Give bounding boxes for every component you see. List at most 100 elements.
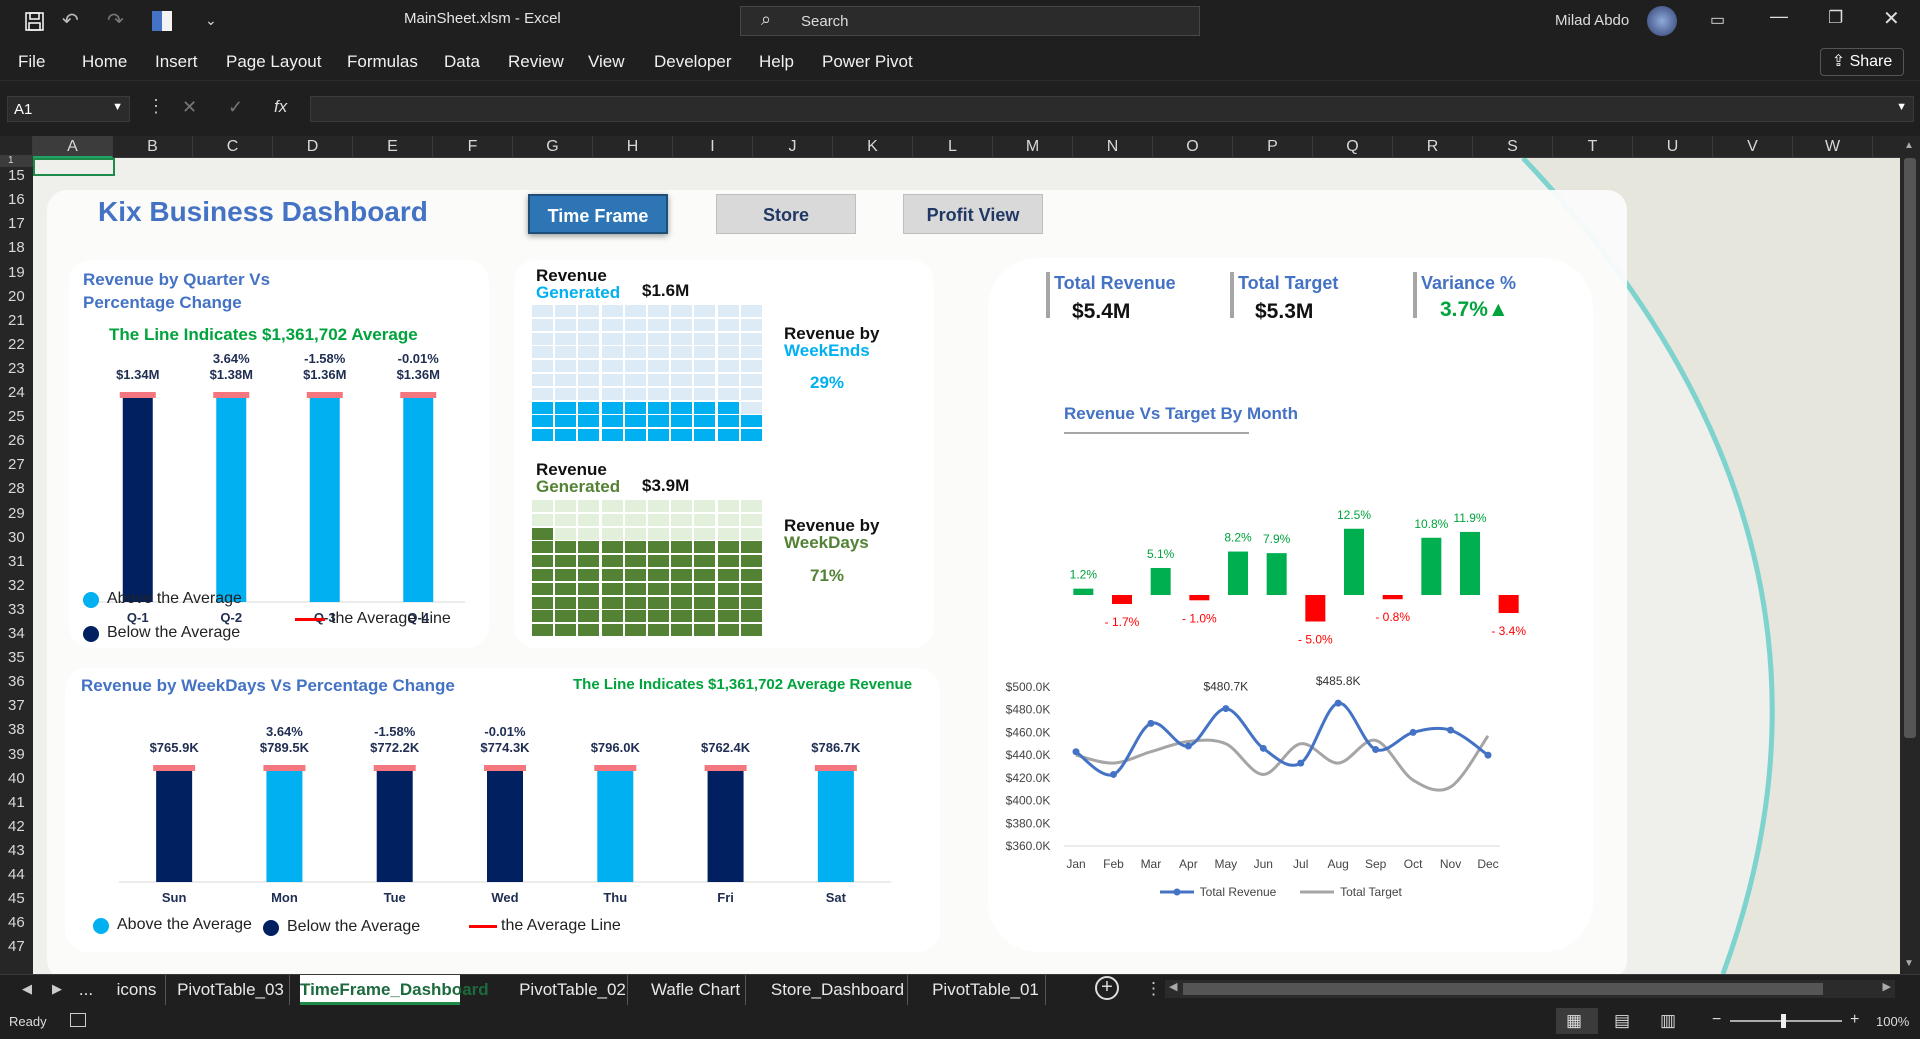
column-header-u[interactable]: U <box>1633 136 1713 158</box>
accessibility-icon[interactable] <box>70 1013 86 1027</box>
hscroll-thumb[interactable] <box>1183 983 1823 995</box>
menu-item-page-layout[interactable]: Page Layout <box>226 52 321 72</box>
row-header[interactable]: 43 <box>0 839 33 863</box>
column-header-p[interactable]: P <box>1233 136 1313 158</box>
sheet-tab-pivottable-01[interactable]: PivotTable_01 <box>926 975 1046 1005</box>
column-header-j[interactable]: J <box>753 136 833 158</box>
row-header[interactable]: 27 <box>0 453 33 477</box>
row-header[interactable]: 24 <box>0 381 33 405</box>
formula-input[interactable]: ▼ <box>310 96 1914 122</box>
column-header-s[interactable]: S <box>1473 136 1553 158</box>
close-icon[interactable]: ✕ <box>1883 6 1900 31</box>
cancel-icon[interactable]: ✕ <box>182 97 197 118</box>
menu-item-power-pivot[interactable]: Power Pivot <box>822 52 913 72</box>
row-header[interactable]: 15 <box>0 164 33 188</box>
user-name[interactable]: Milad Abdo <box>1555 12 1629 29</box>
avatar[interactable] <box>1647 6 1677 36</box>
column-header-c[interactable]: C <box>193 136 273 158</box>
save-icon[interactable] <box>25 12 45 32</box>
menu-item-formulas[interactable]: Formulas <box>347 52 418 72</box>
menu-item-home[interactable]: Home <box>82 52 127 72</box>
column-header-k[interactable]: K <box>833 136 913 158</box>
row-header[interactable]: 17 <box>0 212 33 236</box>
menu-item-insert[interactable]: Insert <box>155 52 198 72</box>
sheet-tab-icons[interactable]: icons <box>108 975 166 1005</box>
row-header[interactable]: 35 <box>0 646 33 670</box>
insert-function-icon[interactable]: fx <box>274 97 287 117</box>
horizontal-scrollbar[interactable]: ◀ ▶ <box>1165 980 1895 998</box>
row-header[interactable]: 30 <box>0 526 33 550</box>
sheet-tab-wafle chart[interactable]: Wafle Chart <box>646 975 746 1005</box>
column-header-o[interactable]: O <box>1153 136 1233 158</box>
row-header[interactable]: 46 <box>0 911 33 935</box>
worksheet-canvas[interactable]: Kix Business Dashboard Time Frame Store … <box>33 158 1900 974</box>
column-header-w[interactable]: W <box>1793 136 1873 158</box>
row-header[interactable]: 45 <box>0 887 33 911</box>
more-sheets-tab[interactable]: ... <box>76 975 96 1005</box>
menu-item-developer[interactable]: Developer <box>654 52 732 72</box>
zoom-in-icon[interactable]: + <box>1850 1011 1859 1029</box>
zoom-slider[interactable] <box>1730 1020 1842 1022</box>
column-header-r[interactable]: R <box>1393 136 1473 158</box>
row-header[interactable]: 29 <box>0 502 33 526</box>
row-header[interactable]: 47 <box>0 935 33 959</box>
column-header-q[interactable]: Q <box>1313 136 1393 158</box>
zoom-level[interactable]: 100% <box>1876 1014 1909 1029</box>
scroll-down-icon[interactable]: ▼ <box>1904 958 1914 969</box>
row-header[interactable]: 44 <box>0 863 33 887</box>
sheet-tab-timeframe-dashboard[interactable]: TimeFrame_Dashboard <box>300 975 489 1005</box>
menu-item-review[interactable]: Review <box>508 52 564 72</box>
row-header[interactable]: 37 <box>0 694 33 718</box>
profit-view-button[interactable]: Profit View <box>903 194 1043 234</box>
hscroll-right-icon[interactable]: ▶ <box>1883 980 1891 993</box>
shapes-icon[interactable] <box>152 11 172 31</box>
hscroll-left-icon[interactable]: ◀ <box>1169 980 1177 993</box>
scroll-up-icon[interactable]: ▲ <box>1904 140 1914 151</box>
column-header-d[interactable]: D <box>273 136 353 158</box>
search-box[interactable]: ⌕ Search <box>740 6 1200 36</box>
column-header-m[interactable]: M <box>993 136 1073 158</box>
row-header[interactable]: 42 <box>0 815 33 839</box>
redo-icon[interactable]: ↷ <box>107 8 124 33</box>
column-header-n[interactable]: N <box>1073 136 1153 158</box>
column-header-e[interactable]: E <box>353 136 433 158</box>
enter-icon[interactable]: ✓ <box>228 97 243 118</box>
row-header[interactable]: 38 <box>0 718 33 742</box>
column-header-f[interactable]: F <box>433 136 513 158</box>
time-frame-button[interactable]: Time Frame <box>528 194 668 234</box>
row-header[interactable]: 18 <box>0 236 33 260</box>
store-button[interactable]: Store <box>716 194 856 234</box>
scroll-thumb[interactable] <box>1904 158 1916 738</box>
tab-scroll-right-icon[interactable]: ▶ <box>52 981 62 997</box>
ribbon-display-icon[interactable]: ▭ <box>1710 10 1725 30</box>
row-header[interactable]: 32 <box>0 574 33 598</box>
row-header[interactable]: 26 <box>0 429 33 453</box>
zoom-thumb[interactable] <box>1781 1014 1786 1028</box>
row-header[interactable]: 22 <box>0 333 33 357</box>
sheet-tab-pivottable-03[interactable]: PivotTable_03 <box>172 975 290 1005</box>
row-header[interactable]: 40 <box>0 767 33 791</box>
page-break-icon[interactable]: ▥ <box>1660 1011 1676 1031</box>
column-header-l[interactable]: L <box>913 136 993 158</box>
sheet-tab-pivottable-02[interactable]: PivotTable_02 <box>518 975 628 1005</box>
customize-toolbar-icon[interactable]: ⌄ <box>205 12 217 29</box>
minimize-icon[interactable]: — <box>1770 6 1788 27</box>
more-options-icon[interactable]: ⋮ <box>147 96 165 117</box>
column-header-i[interactable]: I <box>673 136 753 158</box>
row-header[interactable]: 28 <box>0 477 33 501</box>
expand-formula-icon[interactable]: ▼ <box>1896 101 1907 113</box>
row-header[interactable]: 31 <box>0 550 33 574</box>
menu-item-help[interactable]: Help <box>759 52 794 72</box>
column-header-v[interactable]: V <box>1713 136 1793 158</box>
menu-item-data[interactable]: Data <box>444 52 480 72</box>
row-header[interactable]: 25 <box>0 405 33 429</box>
row-header[interactable]: 36 <box>0 670 33 694</box>
share-button[interactable]: ⇪ Share <box>1820 48 1904 76</box>
undo-icon[interactable]: ↶ <box>62 8 79 33</box>
menu-item-file[interactable]: File <box>18 52 45 72</box>
row-header[interactable]: 19 <box>0 261 33 285</box>
menu-item-view[interactable]: View <box>588 52 625 72</box>
tab-options-icon[interactable]: ⋮ <box>1145 979 1162 999</box>
column-header-b[interactable]: B <box>113 136 193 158</box>
vertical-scrollbar[interactable]: ▲ ▼ <box>1900 136 1920 974</box>
